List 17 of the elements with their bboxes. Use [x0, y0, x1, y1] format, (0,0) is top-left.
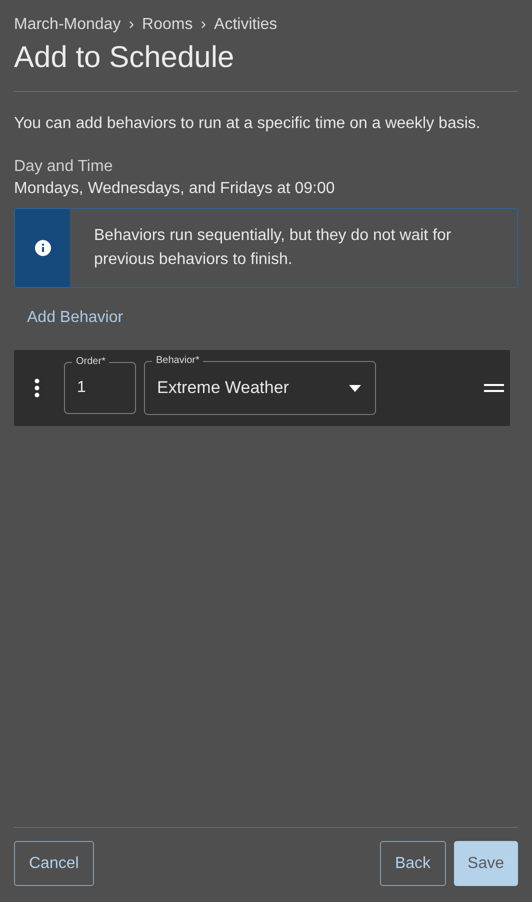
drag-handle-icon[interactable]	[484, 384, 504, 392]
back-button[interactable]: Back	[380, 841, 446, 886]
info-text: Behaviors run sequentially, but they do not wait for previous behaviors to finish.	[93, 226, 452, 270]
description-text: You can add behaviors to run at a specific time on a weekly basis.	[14, 114, 482, 134]
breadcrumb-link[interactable]: March-Monday	[14, 13, 121, 37]
add-behavior-link[interactable]: Add Behavior	[27, 306, 124, 330]
breadcrumb-link[interactable]: Activities	[214, 13, 278, 37]
breadcrumb-separator: ›	[128, 15, 134, 35]
more-icon[interactable]	[34, 378, 40, 398]
info-icon	[34, 240, 50, 256]
caret-icon	[349, 384, 361, 392]
schedule-value: Mondays, Wednesdays, and Fridays at 09:00	[14, 179, 336, 199]
cancel-button[interactable]: Cancel	[14, 841, 94, 886]
page-title: Add to Schedule	[14, 40, 236, 76]
breadcrumb-link[interactable]: Rooms	[142, 13, 193, 37]
schedule-label: Day and Time	[14, 157, 114, 177]
breadcrumb-separator: ›	[200, 15, 206, 35]
